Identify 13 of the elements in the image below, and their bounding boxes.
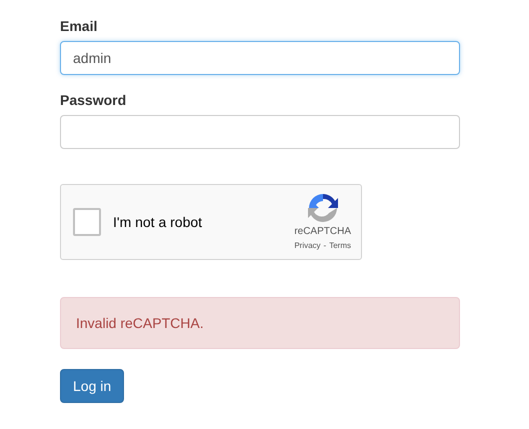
input-field[interactable]	[60, 115, 460, 149]
terms-link[interactable]: Terms	[329, 240, 351, 252]
privacy-link[interactable]: Privacy	[294, 240, 321, 252]
field-label: Password	[60, 91, 126, 110]
captcha-checkbox[interactable]	[73, 208, 101, 236]
captcha-brand: reCAPTCHA	[294, 226, 351, 238]
field-label: Email	[60, 17, 98, 36]
link-separator: -	[324, 240, 326, 252]
recaptcha-logo-icon	[306, 192, 339, 224]
input-field[interactable]: admin	[60, 41, 460, 75]
alert-message: Invalid reCAPTCHA.	[76, 314, 204, 332]
captcha-label: I'm not a robot	[113, 212, 202, 232]
login-button[interactable]: Log in	[60, 369, 124, 403]
